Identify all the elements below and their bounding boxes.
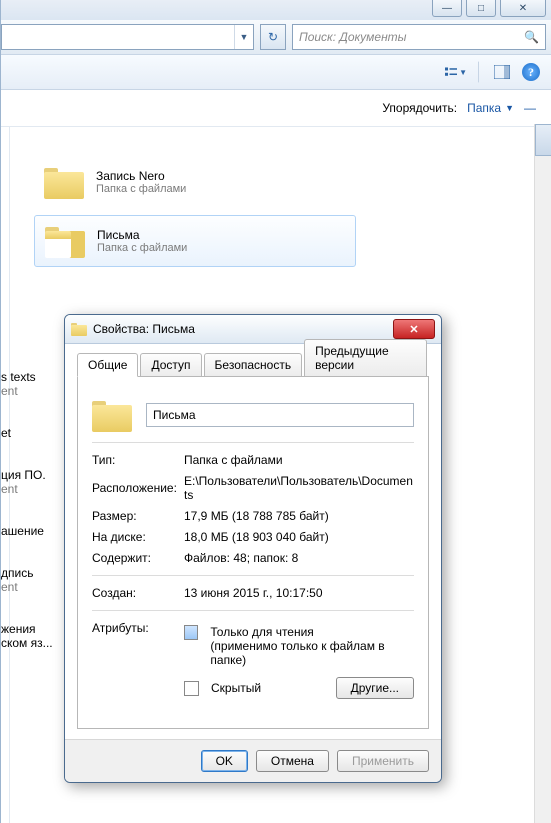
preview-pane-button[interactable] <box>490 60 514 84</box>
other-attributes-button[interactable]: Другие... <box>336 677 414 699</box>
contains-label: Содержит: <box>92 551 184 565</box>
item-name: Запись Nero <box>96 169 186 183</box>
item-name: Письма <box>97 228 187 242</box>
divider <box>92 442 414 443</box>
tab-panel-general: Тип:Папка с файлами Расположение:E:\Поль… <box>77 377 429 729</box>
dialog-title: Свойства: Письма <box>93 322 195 336</box>
toolbar-separator <box>478 61 480 83</box>
type-value: Папка с файлами <box>184 453 414 467</box>
maximize-button[interactable]: □ <box>466 0 496 17</box>
divider <box>92 610 414 611</box>
folder-icon <box>92 398 132 432</box>
folder-item-selected[interactable]: Письма Папка с файлами <box>34 215 356 267</box>
folder-icon <box>45 224 85 258</box>
refresh-icon: ↻ <box>268 30 278 44</box>
location-label: Расположение: <box>92 481 184 495</box>
hidden-checkbox[interactable] <box>184 681 199 696</box>
size-on-disk-value: 18,0 МБ (18 903 040 байт) <box>184 530 414 544</box>
cancel-button[interactable]: Отмена <box>256 750 329 772</box>
chevron-down-icon: ▼ <box>505 103 514 113</box>
vertical-scrollbar[interactable] <box>534 124 551 823</box>
folder-icon <box>44 165 84 199</box>
dash-label: — <box>524 101 536 115</box>
organize-label: Упорядочить: <box>382 101 457 115</box>
attributes-group: Только для чтения (применимо только к фа… <box>184 621 414 703</box>
apply-button[interactable]: Применить <box>337 750 429 772</box>
address-bar[interactable]: ▼ <box>1 24 254 50</box>
hidden-label: Скрытый <box>211 681 261 695</box>
dialog-body: Общие Доступ Безопасность Предыдущие вер… <box>65 344 441 739</box>
help-button[interactable]: ? <box>522 63 540 81</box>
tab-previous-versions[interactable]: Предыдущие версии <box>304 339 427 376</box>
name-row <box>92 398 414 432</box>
divider <box>92 575 414 576</box>
window-titlebar: — □ ✕ <box>1 0 551 20</box>
view-options-button[interactable]: ▼ <box>444 60 468 84</box>
created-label: Создан: <box>92 586 184 600</box>
size-label: Размер: <box>92 509 184 523</box>
search-placeholder: Поиск: Документы <box>299 30 407 44</box>
size-on-disk-label: На диске: <box>92 530 184 544</box>
toolbar: ▼ ? <box>1 55 551 90</box>
refresh-button[interactable]: ↻ <box>260 24 286 50</box>
tab-security[interactable]: Безопасность <box>204 353 303 376</box>
readonly-label: Только для чтения (применимо только к фа… <box>210 625 414 667</box>
item-type: Папка с файлами <box>96 183 186 195</box>
location-value: E:\Пользователи\Пользователь\Documents <box>184 474 414 502</box>
address-dropdown-icon[interactable]: ▼ <box>234 25 253 49</box>
type-label: Тип: <box>92 453 184 467</box>
search-icon: 🔍 <box>524 30 539 44</box>
folder-menu[interactable]: Папка ▼ <box>467 101 514 115</box>
dialog-footer: OK Отмена Применить <box>65 739 441 782</box>
command-bar: Упорядочить: Папка ▼ — <box>1 90 551 127</box>
ok-button[interactable]: OK <box>201 750 248 772</box>
address-bar-row: ▼ ↻ Поиск: Документы 🔍 <box>1 20 551 55</box>
explorer-window: — □ ✕ ▼ ↻ Поиск: Документы 🔍 ▼ ? Упорядо… <box>0 0 551 823</box>
search-input[interactable]: Поиск: Документы 🔍 <box>292 24 546 50</box>
attributes-label: Атрибуты: <box>92 621 184 635</box>
folder-name-input[interactable] <box>146 403 414 427</box>
tab-general[interactable]: Общие <box>77 353 138 377</box>
truncated-left-text: s texts ent et ция ПО. ent ашение дпись … <box>1 370 53 650</box>
tab-access[interactable]: Доступ <box>140 353 201 376</box>
folder-item[interactable]: Запись Nero Папка с файлами <box>34 157 354 207</box>
tab-strip: Общие Доступ Безопасность Предыдущие вер… <box>77 352 429 377</box>
created-value: 13 июня 2015 г., 10:17:50 <box>184 586 414 600</box>
item-type: Папка с файлами <box>97 242 187 254</box>
readonly-checkbox[interactable] <box>184 625 198 640</box>
folder-icon <box>71 322 87 336</box>
scrollbar-thumb[interactable] <box>535 124 551 156</box>
size-value: 17,9 МБ (18 788 785 байт) <box>184 509 414 523</box>
contains-value: Файлов: 48; папок: 8 <box>184 551 414 565</box>
close-button[interactable]: ✕ <box>500 0 546 17</box>
dialog-close-button[interactable]: ✕ <box>393 319 435 339</box>
minimize-button[interactable]: — <box>432 0 462 17</box>
properties-dialog: Свойства: Письма ✕ Общие Доступ Безопасн… <box>64 314 442 783</box>
